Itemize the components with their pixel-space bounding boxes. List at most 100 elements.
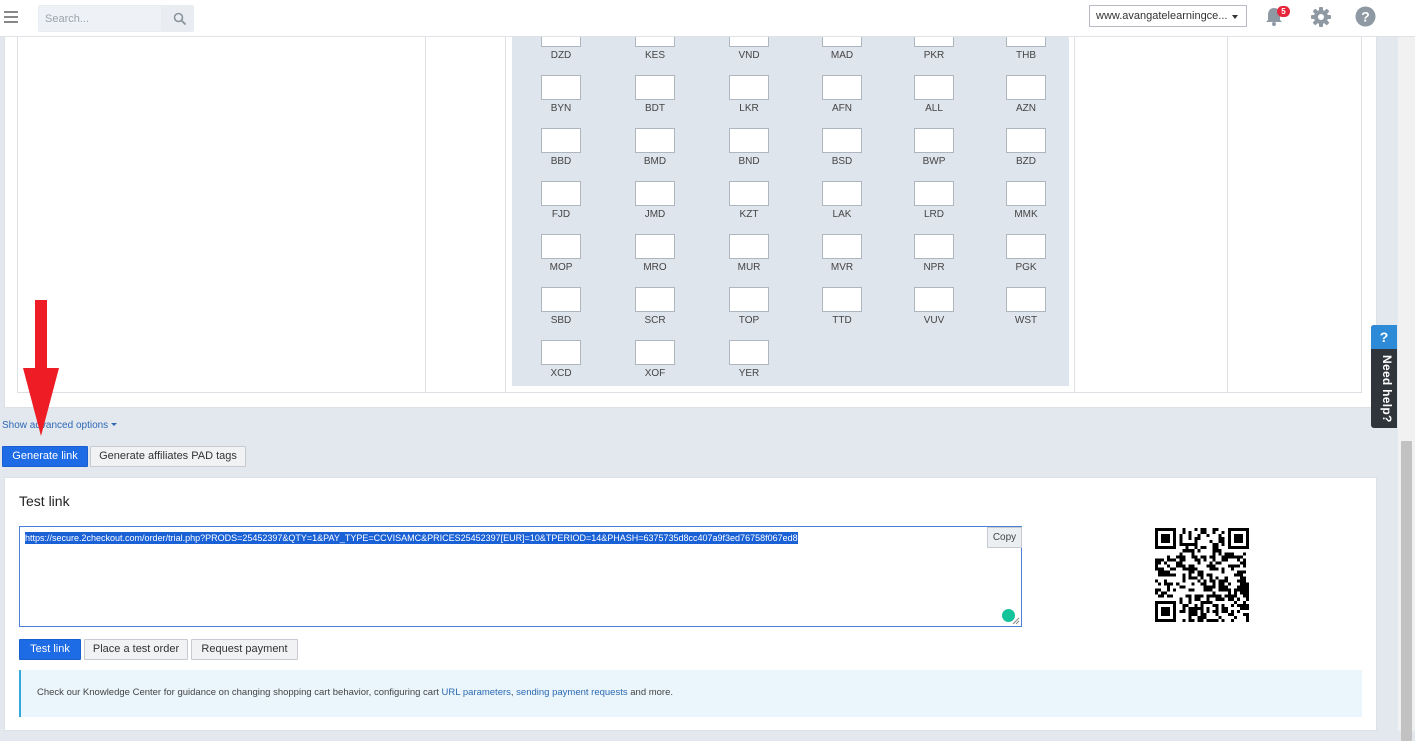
site-selector[interactable]: www.avangatelearningce...: [1089, 5, 1247, 27]
currency-code-label: VND: [738, 50, 760, 61]
search-input[interactable]: [39, 6, 161, 31]
currency-cell: BND: [727, 128, 771, 168]
currency-cell: XCD: [539, 340, 583, 380]
test-link-button[interactable]: Test link: [19, 639, 81, 660]
currency-price-input[interactable]: [729, 75, 769, 100]
currency-code-label: BZD: [1016, 156, 1036, 167]
place-test-order-button[interactable]: Place a test order: [84, 639, 188, 660]
currency-cell: BWP: [912, 128, 956, 168]
pricing-panel: DZD KES VND MAD PKR THB BYN BDT LKR AFN ALL AZN BBD B…: [4, 22, 1377, 408]
currency-price-input[interactable]: [635, 181, 675, 206]
currency-code-label: BYN: [550, 103, 572, 114]
currency-code-label: BBD: [550, 156, 572, 167]
resize-handle-icon[interactable]: [1012, 617, 1020, 625]
search-icon[interactable]: [173, 12, 187, 26]
url-parameters-link[interactable]: URL parameters: [442, 687, 511, 698]
currency-code-label: DZD: [550, 50, 572, 61]
page-scrollbar[interactable]: [1398, 36, 1415, 741]
currency-cell: YER: [727, 340, 771, 380]
knowledge-center-notice: Check our Knowledge Center for guidance …: [19, 670, 1362, 717]
column-divider: [425, 36, 426, 392]
currency-price-input[interactable]: [1006, 234, 1046, 259]
need-help-tab[interactable]: ? Need help?: [1371, 325, 1397, 428]
currency-cell: BZD: [1004, 128, 1048, 168]
currency-code-label: VUV: [923, 315, 945, 326]
currency-price-input[interactable]: [729, 340, 769, 365]
link-textarea[interactable]: https://secure.2checkout.com/order/trial…: [19, 526, 1022, 627]
currency-price-input[interactable]: [635, 234, 675, 259]
column-divider: [1361, 36, 1362, 392]
column-divider: [1074, 36, 1075, 392]
currency-price-input[interactable]: [729, 128, 769, 153]
currency-price-input[interactable]: [541, 287, 581, 312]
help-icon[interactable]: ?: [1355, 6, 1376, 27]
currency-code-label: XOF: [644, 368, 666, 379]
currency-price-grid: DZD KES VND MAD PKR THB BYN BDT LKR AFN ALL AZN BBD B…: [512, 22, 1069, 386]
currency-price-input[interactable]: [635, 340, 675, 365]
request-payment-button[interactable]: Request payment: [191, 639, 298, 660]
currency-price-input[interactable]: [635, 75, 675, 100]
currency-cell: SCR: [633, 287, 677, 327]
currency-cell: JMD: [633, 181, 677, 221]
generated-link-text[interactable]: https://secure.2checkout.com/order/trial…: [25, 532, 798, 544]
currency-price-input[interactable]: [541, 340, 581, 365]
currency-price-input[interactable]: [541, 128, 581, 153]
currency-code-label: WST: [1014, 315, 1038, 326]
currency-price-input[interactable]: [822, 75, 862, 100]
currency-price-input[interactable]: [822, 128, 862, 153]
currency-price-input[interactable]: [1006, 128, 1046, 153]
currency-price-input[interactable]: [541, 75, 581, 100]
currency-cell: BSD: [820, 128, 864, 168]
menu-icon[interactable]: [4, 11, 18, 23]
currency-price-input[interactable]: [914, 181, 954, 206]
currency-cell: BMD: [633, 128, 677, 168]
currency-code-label: TOP: [738, 315, 760, 326]
currency-price-input[interactable]: [1006, 75, 1046, 100]
currency-price-input[interactable]: [822, 181, 862, 206]
currency-code-label: BMD: [643, 156, 667, 167]
currency-price-input[interactable]: [822, 287, 862, 312]
currency-code-label: BSD: [831, 156, 853, 167]
currency-code-label: JMD: [644, 209, 666, 220]
currency-price-input[interactable]: [635, 128, 675, 153]
currency-price-input[interactable]: [541, 181, 581, 206]
currency-code-label: MMK: [1014, 209, 1038, 220]
sending-payment-requests-link[interactable]: sending payment requests: [516, 687, 627, 698]
currency-price-input[interactable]: [541, 234, 581, 259]
site-selector-value: www.avangatelearningce...: [1096, 10, 1228, 22]
currency-cell: ALL: [912, 75, 956, 115]
currency-price-input[interactable]: [1006, 181, 1046, 206]
currency-price-input[interactable]: [914, 287, 954, 312]
currency-price-input[interactable]: [635, 287, 675, 312]
currency-cell: MUR: [727, 234, 771, 274]
currency-code-label: PKR: [923, 50, 945, 61]
generate-link-button[interactable]: Generate link: [2, 446, 88, 467]
currency-price-input[interactable]: [1006, 287, 1046, 312]
currency-cell: PGK: [1004, 234, 1048, 274]
copy-button[interactable]: Copy: [987, 527, 1022, 548]
currency-cell: SBD: [539, 287, 583, 327]
currency-price-input[interactable]: [822, 234, 862, 259]
currency-cell: VUV: [912, 287, 956, 327]
currency-price-input[interactable]: [914, 128, 954, 153]
currency-code-label: FJD: [551, 209, 571, 220]
currency-code-label: SCR: [644, 315, 666, 326]
currency-price-input[interactable]: [729, 181, 769, 206]
currency-price-input[interactable]: [914, 234, 954, 259]
currency-price-input[interactable]: [729, 287, 769, 312]
scrollbar-thumb[interactable]: [1401, 441, 1412, 741]
test-link-panel: Test link https://secure.2checkout.com/o…: [4, 477, 1377, 731]
currency-price-input[interactable]: [729, 234, 769, 259]
currency-cell: LKR: [727, 75, 771, 115]
svg-text:?: ?: [1361, 9, 1370, 25]
currency-cell: MOP: [539, 234, 583, 274]
currency-code-label: ALL: [925, 103, 943, 114]
currency-cell: TTD: [820, 287, 864, 327]
generate-affiliates-pad-tags-button[interactable]: Generate affiliates PAD tags: [90, 446, 246, 467]
currency-code-label: LKR: [739, 103, 759, 114]
question-icon: ?: [1371, 325, 1397, 349]
currency-cell: NPR: [912, 234, 956, 274]
currency-price-input[interactable]: [914, 75, 954, 100]
gear-icon[interactable]: [1310, 6, 1332, 28]
currency-cell: LAK: [820, 181, 864, 221]
